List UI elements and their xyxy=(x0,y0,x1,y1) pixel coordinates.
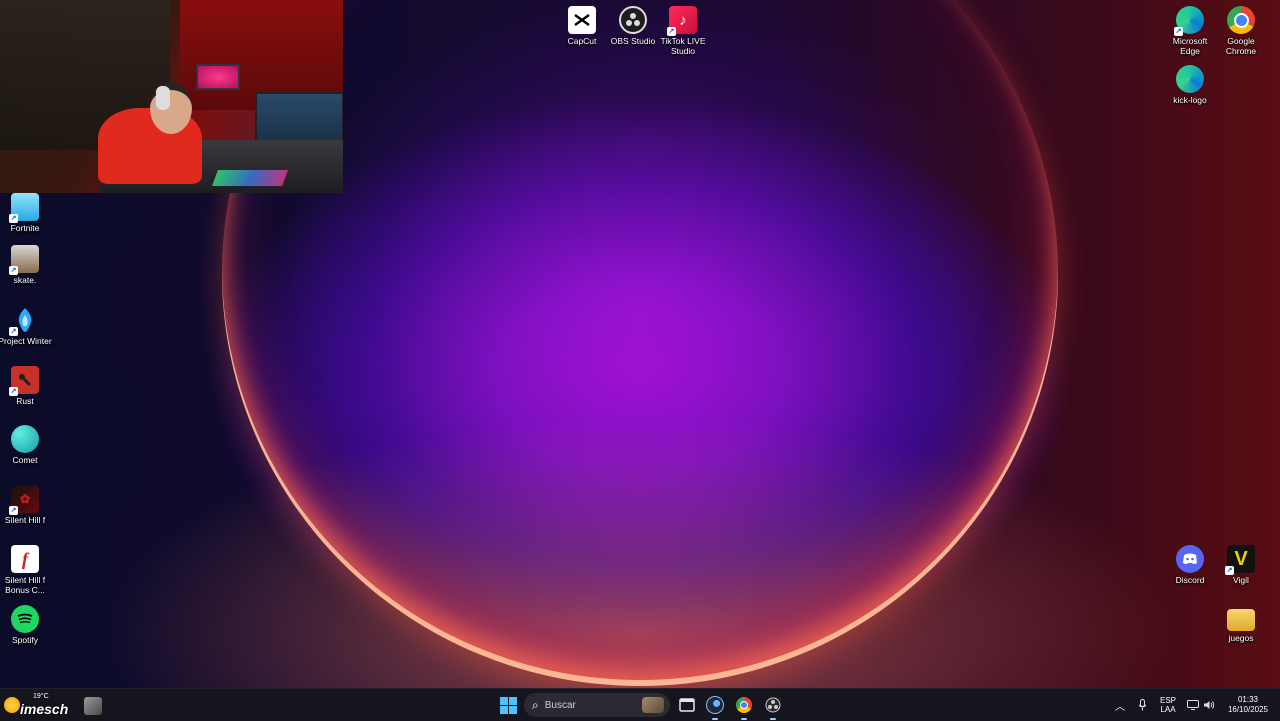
tray-clock[interactable]: 01:33 16/10/2025 xyxy=(1222,693,1274,717)
desktop-icon-label: skate. xyxy=(13,275,37,285)
desktop-icon-silent-hill[interactable]: ✿ ↗ Silent Hill f xyxy=(0,485,55,525)
webcam-headphones xyxy=(156,86,170,110)
volume-icon xyxy=(1204,701,1215,709)
language-code: ESP xyxy=(1159,696,1176,705)
desktop-icon-label: Fortnite xyxy=(10,223,40,233)
desktop-icon-label: Vigil xyxy=(1233,575,1249,585)
desktop-icon-fortnite[interactable]: ↗ Fortnite xyxy=(0,193,55,233)
desktop-icon-kick-logo[interactable]: kick-logo xyxy=(1160,65,1220,105)
desktop-icon-label: TikTok LIVE Studio xyxy=(660,36,706,56)
weather-overlay-text: imesch xyxy=(20,701,69,717)
shortcut-arrow-icon: ↗ xyxy=(9,506,18,515)
search-placeholder: Buscar xyxy=(544,699,576,711)
tray-volume[interactable] xyxy=(1201,693,1217,717)
wallpaper-orb xyxy=(222,0,1058,686)
vigil-icon: V ↗ xyxy=(1225,545,1255,575)
desktop-icon-chrome[interactable]: Google Chrome xyxy=(1211,6,1271,56)
desktop-icon-label: Silent Hill f xyxy=(4,515,46,525)
file-explorer-icon xyxy=(679,698,695,712)
shortcut-arrow-icon: ↗ xyxy=(667,27,676,36)
microphone-icon xyxy=(1138,699,1146,711)
desktop-icon-label: juegos xyxy=(1228,633,1254,643)
shortcut-arrow-icon: ↗ xyxy=(1174,27,1183,36)
discord-icon xyxy=(1176,545,1204,573)
desktop-icon-label: Silent Hill f Bonus C... xyxy=(4,575,46,595)
folder-icon xyxy=(1227,609,1255,631)
taskbar-chrome[interactable] xyxy=(732,693,756,720)
desktop-icon-label: Rust xyxy=(16,396,34,406)
chrome-icon xyxy=(736,697,752,713)
silent-hill-bonus-icon: f xyxy=(11,545,39,573)
edge-icon xyxy=(1176,65,1204,93)
shortcut-arrow-icon: ↗ xyxy=(9,327,18,336)
desktop-icon-skate[interactable]: ↗ skate. xyxy=(0,245,55,285)
search-icon: ⌕ xyxy=(532,697,539,712)
desktop-icon-comet[interactable]: Comet xyxy=(0,425,55,465)
tiktok-live-icon: ♪ ↗ xyxy=(667,6,697,36)
desktop-icon-label: kick-logo xyxy=(1173,95,1207,105)
silent-hill-icon: ✿ ↗ xyxy=(9,485,39,515)
taskbar-steam[interactable] xyxy=(703,693,727,720)
weather-temperature: 19°C xyxy=(33,693,49,700)
desktop-icon-label: Google Chrome xyxy=(1225,36,1257,56)
desktop-icon-spotify[interactable]: Spotify xyxy=(0,605,55,645)
taskbar-file-explorer[interactable] xyxy=(675,693,699,717)
obs-icon xyxy=(619,6,647,34)
start-button[interactable] xyxy=(496,693,520,717)
webcam-keyboard xyxy=(212,170,288,186)
tray-language[interactable]: ESP LAA xyxy=(1156,693,1180,717)
spotify-icon xyxy=(11,605,39,633)
desktop-icon-rust[interactable]: ↗ Rust xyxy=(0,366,55,406)
avatar xyxy=(84,697,102,715)
desktop-icon-vigil[interactable]: V ↗ Vigil xyxy=(1211,545,1271,585)
language-layout: LAA xyxy=(1160,705,1176,714)
desktop-icon-juegos[interactable]: juegos xyxy=(1211,605,1271,643)
chevron-up-icon: ︿ xyxy=(1115,701,1125,713)
desktop-icon-project-winter[interactable]: ↗ Project Winter xyxy=(0,306,55,346)
webcam-overlay xyxy=(0,0,343,193)
search-highlight-image xyxy=(642,697,664,713)
fortnite-icon: ↗ xyxy=(9,193,39,223)
shortcut-arrow-icon: ↗ xyxy=(1225,566,1234,575)
weather-sun-icon xyxy=(4,697,20,713)
capcut-icon xyxy=(568,6,596,34)
desktop-icon-label: Project Winter xyxy=(0,336,52,346)
webcam-lamp xyxy=(196,64,240,90)
clock-time: 01:33 xyxy=(1237,695,1259,704)
windows-logo-icon xyxy=(499,696,517,714)
taskbar-obs[interactable] xyxy=(761,693,785,720)
desktop-icon-label: Comet xyxy=(12,455,38,465)
project-winter-icon: ↗ xyxy=(9,306,39,336)
network-icon xyxy=(1187,700,1199,710)
taskbar: 19°C imesch ⌕ Buscar ︿ ESP LAA 01:33 16/… xyxy=(0,688,1280,721)
desktop-icon-tiktok-live[interactable]: ♪ ↗ TikTok LIVE Studio xyxy=(653,6,713,56)
shortcut-arrow-icon: ↗ xyxy=(9,387,18,396)
desktop-icon-silent-hill-bonus[interactable]: f Silent Hill f Bonus C... xyxy=(0,545,55,595)
rust-icon: ↗ xyxy=(9,366,39,396)
desktop-icon-label: Spotify xyxy=(12,635,38,645)
steam-icon xyxy=(706,696,724,714)
comet-icon xyxy=(11,425,39,453)
weather-widget[interactable]: 19°C imesch xyxy=(0,693,104,717)
shortcut-arrow-icon: ↗ xyxy=(9,266,18,275)
chrome-icon xyxy=(1227,6,1255,34)
clock-date: 16/10/2025 xyxy=(1227,705,1269,714)
obs-icon xyxy=(765,697,781,713)
taskbar-search[interactable]: ⌕ Buscar xyxy=(524,693,670,717)
shortcut-arrow-icon: ↗ xyxy=(9,214,18,223)
tray-microphone[interactable] xyxy=(1134,693,1150,717)
tray-overflow-button[interactable]: ︿ xyxy=(1112,693,1128,717)
edge-icon: ↗ xyxy=(1174,6,1204,36)
skate-icon: ↗ xyxy=(9,245,39,275)
tray-network[interactable] xyxy=(1185,693,1201,717)
